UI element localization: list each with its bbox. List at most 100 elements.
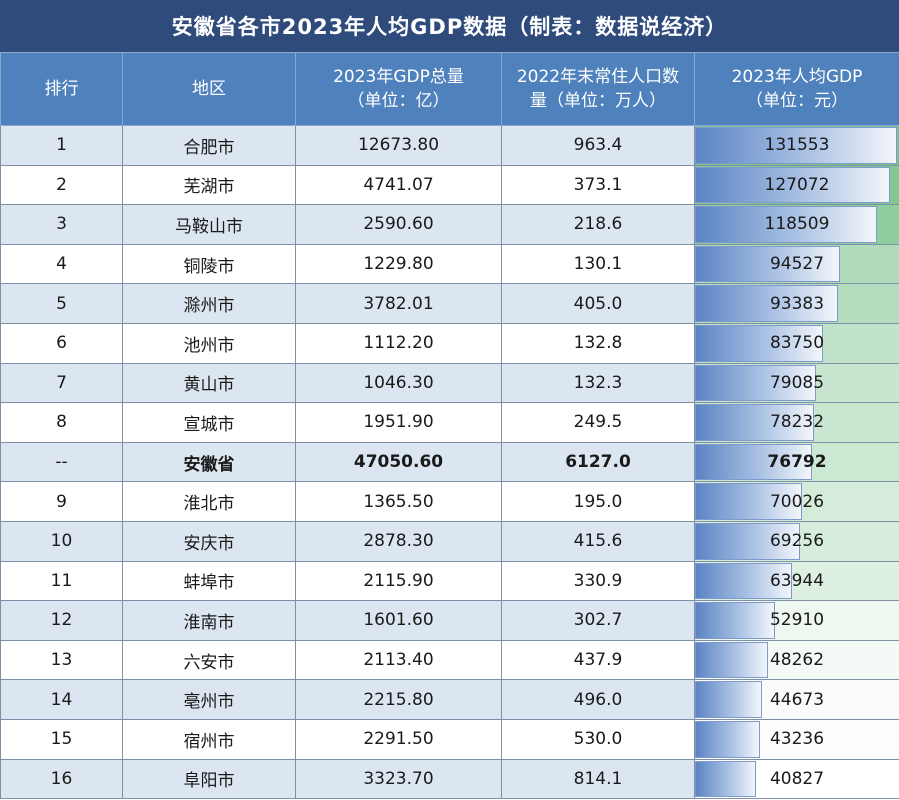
table-row: 15 宿州市 2291.50 530.0 43236 bbox=[0, 718, 899, 760]
table-row: 11 蚌埠市 2115.90 330.9 63944 bbox=[0, 560, 899, 602]
header-gdp-line1: 2023年GDP总量 bbox=[333, 67, 464, 87]
cell-region: 宣城市 bbox=[122, 402, 296, 443]
cell-gdp: 2113.40 bbox=[295, 639, 502, 681]
cell-region: 蚌埠市 bbox=[122, 560, 296, 602]
cell-region: 黄山市 bbox=[122, 362, 296, 404]
per-capita-gdp-value: 131553 bbox=[764, 135, 830, 156]
cell-rank: 14 bbox=[0, 679, 123, 720]
per-capita-gdp-value: 79085 bbox=[769, 372, 825, 393]
cell-per-capita-gdp: 76792 bbox=[694, 441, 899, 483]
per-capita-gdp-value: 76792 bbox=[767, 452, 827, 473]
gdp-table: 排行 地区 2023年GDP总量 （单位：亿） 2022年末常住人口数 量（单位… bbox=[0, 52, 899, 800]
cell-region: 滁州市 bbox=[122, 283, 296, 324]
table-row: 6 池州市 1112.20 132.8 83750 bbox=[0, 322, 899, 364]
cell-per-capita-gdp: 70026 bbox=[694, 481, 899, 522]
cell-population: 6127.0 bbox=[501, 441, 695, 483]
cell-gdp: 1046.30 bbox=[295, 362, 502, 404]
cell-gdp: 3782.01 bbox=[295, 283, 502, 324]
cell-gdp: 2215.80 bbox=[295, 679, 502, 720]
cell-gdp: 47050.60 bbox=[295, 441, 502, 483]
cell-per-capita-gdp: 48262 bbox=[694, 639, 899, 681]
cell-rank: 15 bbox=[0, 718, 123, 760]
cell-gdp: 1112.20 bbox=[295, 322, 502, 364]
cell-gdp: 2291.50 bbox=[295, 718, 502, 760]
cell-rank: 9 bbox=[0, 481, 123, 522]
cell-per-capita-gdp: 131553 bbox=[694, 125, 899, 166]
cell-per-capita-gdp: 78232 bbox=[694, 402, 899, 443]
cell-population: 415.6 bbox=[501, 520, 695, 562]
table-row: 9 淮北市 1365.50 195.0 70026 bbox=[0, 481, 899, 522]
per-capita-gdp-value: 118509 bbox=[764, 214, 830, 235]
cell-rank: 2 bbox=[0, 164, 123, 206]
per-capita-gdp-value: 83750 bbox=[769, 333, 825, 354]
cell-gdp: 4741.07 bbox=[295, 164, 502, 206]
per-capita-gdp-value: 69256 bbox=[769, 531, 825, 552]
cell-per-capita-gdp: 118509 bbox=[694, 204, 899, 245]
cell-population: 437.9 bbox=[501, 639, 695, 681]
table-row: 2 芜湖市 4741.07 373.1 127072 bbox=[0, 164, 899, 206]
cell-gdp: 2878.30 bbox=[295, 520, 502, 562]
cell-rank: 4 bbox=[0, 243, 123, 285]
cell-rank: -- bbox=[0, 441, 123, 483]
cell-rank: 1 bbox=[0, 125, 123, 166]
header-gdp-line2: （单位：亿） bbox=[347, 91, 450, 111]
table-row: 16 阜阳市 3323.70 814.1 40827 bbox=[0, 758, 899, 800]
table-title: 安徽省各市2023年人均GDP数据（制表：数据说经济） bbox=[0, 0, 899, 52]
per-capita-gdp-value: 63944 bbox=[769, 570, 825, 591]
cell-per-capita-gdp: 127072 bbox=[694, 164, 899, 206]
per-capita-gdp-value: 48262 bbox=[769, 650, 825, 671]
cell-per-capita-gdp: 52910 bbox=[694, 600, 899, 641]
per-capita-gdp-value: 44673 bbox=[769, 689, 825, 710]
cell-gdp: 1601.60 bbox=[295, 600, 502, 641]
cell-population: 249.5 bbox=[501, 402, 695, 443]
cell-rank: 16 bbox=[0, 758, 123, 800]
cell-gdp: 1951.90 bbox=[295, 402, 502, 443]
cell-rank: 5 bbox=[0, 283, 123, 324]
cell-region: 淮南市 bbox=[122, 600, 296, 641]
cell-per-capita-gdp: 40827 bbox=[694, 758, 899, 800]
header-population: 2022年末常住人口数 量（单位：万人） bbox=[501, 52, 695, 126]
data-bar bbox=[695, 720, 760, 758]
cell-rank: 8 bbox=[0, 402, 123, 443]
cell-rank: 12 bbox=[0, 600, 123, 641]
data-bar bbox=[695, 641, 768, 679]
cell-gdp: 3323.70 bbox=[295, 758, 502, 800]
table-row: 3 马鞍山市 2590.60 218.6 118509 bbox=[0, 204, 899, 245]
cell-rank: 7 bbox=[0, 362, 123, 404]
cell-gdp: 12673.80 bbox=[295, 125, 502, 166]
cell-per-capita-gdp: 44673 bbox=[694, 679, 899, 720]
cell-region: 六安市 bbox=[122, 639, 296, 681]
data-bar bbox=[695, 760, 757, 798]
header-row: 排行 地区 2023年GDP总量 （单位：亿） 2022年末常住人口数 量（单位… bbox=[0, 52, 899, 126]
per-capita-gdp-value: 70026 bbox=[769, 491, 825, 512]
cell-region: 合肥市 bbox=[122, 125, 296, 166]
table-row: 7 黄山市 1046.30 132.3 79085 bbox=[0, 362, 899, 404]
per-capita-gdp-value: 43236 bbox=[769, 729, 825, 750]
per-capita-gdp-value: 40827 bbox=[769, 768, 825, 789]
table-row: 5 滁州市 3782.01 405.0 93383 bbox=[0, 283, 899, 324]
table-row: 13 六安市 2113.40 437.9 48262 bbox=[0, 639, 899, 681]
cell-population: 302.7 bbox=[501, 600, 695, 641]
cell-population: 373.1 bbox=[501, 164, 695, 206]
table-row: 10 安庆市 2878.30 415.6 69256 bbox=[0, 520, 899, 562]
cell-rank: 10 bbox=[0, 520, 123, 562]
cell-gdp: 1229.80 bbox=[295, 243, 502, 285]
cell-region: 芜湖市 bbox=[122, 164, 296, 206]
cell-population: 405.0 bbox=[501, 283, 695, 324]
data-bar bbox=[695, 681, 763, 718]
cell-population: 814.1 bbox=[501, 758, 695, 800]
cell-per-capita-gdp: 93383 bbox=[694, 283, 899, 324]
cell-per-capita-gdp: 94527 bbox=[694, 243, 899, 285]
cell-per-capita-gdp: 63944 bbox=[694, 560, 899, 602]
table-row: 1 合肥市 12673.80 963.4 131553 bbox=[0, 125, 899, 166]
cell-rank: 11 bbox=[0, 560, 123, 602]
header-region: 地区 bbox=[122, 52, 296, 126]
cell-population: 530.0 bbox=[501, 718, 695, 760]
per-capita-gdp-value: 78232 bbox=[769, 412, 825, 433]
cell-population: 496.0 bbox=[501, 679, 695, 720]
cell-population: 132.8 bbox=[501, 322, 695, 364]
data-bar bbox=[695, 602, 775, 639]
cell-rank: 13 bbox=[0, 639, 123, 681]
header-per-capita-gdp-line2: （单位：元） bbox=[746, 91, 848, 111]
cell-region: 阜阳市 bbox=[122, 758, 296, 800]
